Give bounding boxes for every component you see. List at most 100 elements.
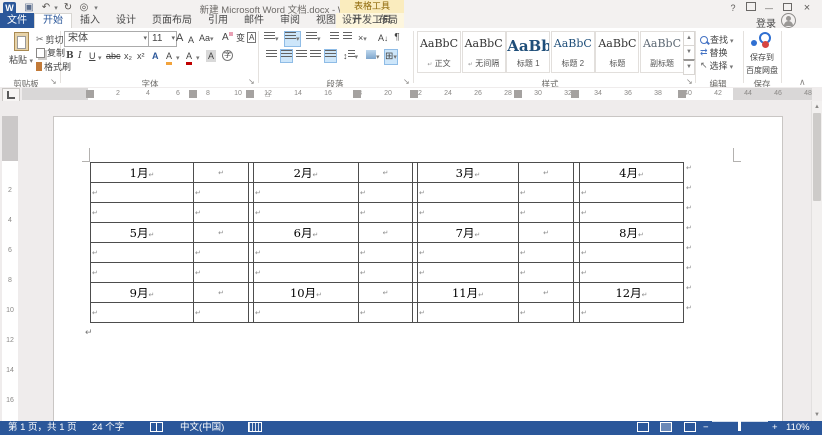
- table-cell[interactable]: ↵: [91, 303, 194, 323]
- table-cell[interactable]: ↵: [580, 203, 684, 223]
- tab-开始[interactable]: 开始: [34, 13, 72, 28]
- distribute-button[interactable]: [324, 49, 337, 63]
- zoom-in-icon[interactable]: +: [772, 421, 778, 435]
- table-cell[interactable]: ↵: [359, 183, 413, 203]
- vertical-scrollbar[interactable]: ▲ ▼: [811, 101, 822, 421]
- table-cell[interactable]: ↵: [359, 163, 413, 183]
- style-item-标题[interactable]: AaBbC 标题: [595, 31, 639, 73]
- table-cell[interactable]: ↵: [580, 243, 684, 263]
- month-cell[interactable]: 4月↵: [580, 163, 684, 183]
- month-cell[interactable]: 10月↵: [254, 283, 359, 303]
- table-cell[interactable]: ↵: [519, 263, 574, 283]
- justify-button[interactable]: [310, 50, 321, 62]
- table-cell[interactable]: ↵: [254, 183, 359, 203]
- zoom-out-icon[interactable]: −: [703, 421, 709, 435]
- table-cell[interactable]: ↵: [359, 263, 413, 283]
- asian-layout-button[interactable]: ×: [358, 32, 367, 46]
- styles-scroll-down-icon[interactable]: ▼: [683, 45, 695, 60]
- table-cell[interactable]: ↵: [254, 203, 359, 223]
- style-item-副标题[interactable]: AaBbC 副标题: [640, 31, 684, 73]
- find-button[interactable]: 查找: [700, 33, 734, 46]
- style-item-无间隔[interactable]: AaBbC↵ 无间隔: [462, 31, 506, 73]
- table-cell[interactable]: ↵: [194, 203, 249, 223]
- numbering-button[interactable]: [284, 31, 301, 47]
- table-cell[interactable]: ↵: [580, 303, 684, 323]
- table-cell[interactable]: ↵: [519, 183, 574, 203]
- table-cell[interactable]: ↵: [519, 283, 574, 303]
- strikethrough-button[interactable]: abc: [106, 50, 121, 62]
- table-column-marker[interactable]: [353, 90, 361, 98]
- font-dialog-launcher-icon[interactable]: ↘: [248, 77, 255, 86]
- text-effects-button[interactable]: A: [152, 50, 159, 62]
- table-cell[interactable]: ↵: [418, 203, 519, 223]
- tab-邮件[interactable]: 邮件: [236, 13, 272, 28]
- table-cell[interactable]: ↵: [580, 263, 684, 283]
- table-column-marker[interactable]: [86, 90, 94, 98]
- zoom-level[interactable]: 110%: [786, 421, 810, 435]
- character-shading-button[interactable]: A: [206, 50, 216, 62]
- tab-file[interactable]: 文件: [0, 13, 34, 28]
- table-cell[interactable]: ↵: [91, 183, 194, 203]
- font-name-combo[interactable]: 宋体▾: [64, 31, 149, 47]
- underline-dropdown-icon[interactable]: [98, 52, 102, 63]
- table-column-marker[interactable]: [410, 90, 418, 98]
- month-cell[interactable]: 7月↵: [418, 223, 519, 243]
- table-cell[interactable]: ↵: [580, 183, 684, 203]
- font-color-dropdown-icon[interactable]: [196, 52, 200, 63]
- read-mode-icon[interactable]: [637, 421, 649, 435]
- month-cell[interactable]: 9月↵: [91, 283, 194, 303]
- month-cell[interactable]: 3月↵: [418, 163, 519, 183]
- styles-scroll-up-icon[interactable]: ▲: [683, 31, 695, 46]
- month-cell[interactable]: 11月↵: [418, 283, 519, 303]
- table-cell[interactable]: ↵: [91, 263, 194, 283]
- replace-button[interactable]: ⇄ 替换: [700, 46, 728, 59]
- horizontal-ruler[interactable]: ⌂ 24681012141618202224262830323436384042…: [22, 88, 812, 100]
- table-cell[interactable]: ↵: [194, 303, 249, 323]
- subscript-button[interactable]: x₂: [124, 50, 132, 62]
- paragraph-dialog-launcher-icon[interactable]: ↘: [403, 77, 410, 86]
- table-cell[interactable]: ↵: [194, 163, 249, 183]
- month-cell[interactable]: 2月↵: [254, 163, 359, 183]
- style-item-标题 1[interactable]: AaBbC 标题 1: [506, 31, 550, 73]
- table-cell[interactable]: ↵: [359, 243, 413, 263]
- line-spacing-button[interactable]: ↕: [343, 50, 358, 64]
- superscript-button[interactable]: x²: [137, 50, 145, 62]
- table-cell[interactable]: ↵: [418, 243, 519, 263]
- page-indicator[interactable]: 第 1 页，共 1 页: [8, 421, 77, 435]
- tab-审阅[interactable]: 审阅: [272, 13, 308, 28]
- table-cell[interactable]: ↵: [418, 183, 519, 203]
- tab-selector[interactable]: [2, 88, 20, 102]
- table-cell[interactable]: ↵: [359, 203, 413, 223]
- change-case-button[interactable]: Aa: [199, 32, 214, 46]
- font-color-button[interactable]: A: [186, 50, 192, 65]
- web-layout-icon[interactable]: [684, 421, 696, 435]
- zoom-slider-thumb[interactable]: [738, 421, 741, 431]
- tab-视图[interactable]: 视图: [308, 13, 344, 28]
- table-column-marker[interactable]: [571, 90, 579, 98]
- table-cell[interactable]: ↵: [519, 203, 574, 223]
- select-button[interactable]: ↖ 选择: [700, 59, 733, 72]
- decrease-indent-button[interactable]: [330, 32, 339, 44]
- enclose-characters-button[interactable]: 字: [222, 50, 233, 61]
- table-column-marker[interactable]: [514, 90, 522, 98]
- tab-引用[interactable]: 引用: [200, 13, 236, 28]
- table-cell[interactable]: ↵: [519, 303, 574, 323]
- proofing-icon[interactable]: [150, 421, 163, 435]
- table-cell[interactable]: ↵: [194, 243, 249, 263]
- bold-button[interactable]: B: [66, 50, 74, 62]
- tab-开发工具[interactable]: 开发工具: [344, 13, 400, 28]
- month-cell[interactable]: 1月↵: [91, 163, 194, 183]
- align-center-button[interactable]: [280, 49, 293, 63]
- font-size-combo[interactable]: 11▾: [148, 31, 177, 47]
- cut-button[interactable]: ✂ 剪切: [36, 33, 64, 46]
- table-cell[interactable]: ↵: [91, 203, 194, 223]
- table-cell[interactable]: ↵: [194, 223, 249, 243]
- clipboard-dialog-launcher-icon[interactable]: ↘: [50, 77, 57, 86]
- style-item-正文[interactable]: AaBbC↵ 正文: [417, 31, 461, 73]
- tab-设计[interactable]: 设计: [108, 13, 144, 28]
- underline-button[interactable]: U: [89, 50, 96, 62]
- paste-button[interactable]: 粘贴: [6, 32, 36, 68]
- table-cell[interactable]: ↵: [418, 263, 519, 283]
- table-cell[interactable]: ↵: [254, 243, 359, 263]
- borders-button[interactable]: ⊞: [384, 49, 398, 65]
